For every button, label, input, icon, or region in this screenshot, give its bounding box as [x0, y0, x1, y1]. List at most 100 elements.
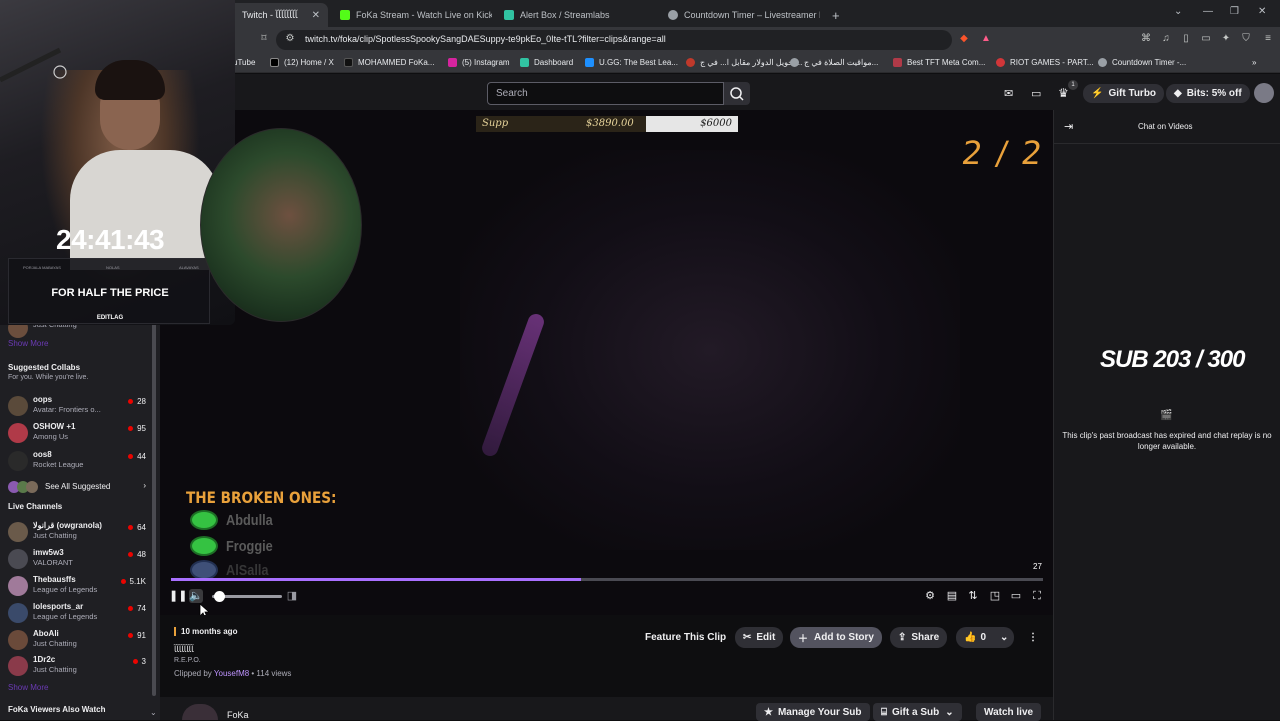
maximize-icon[interactable]: ❐ [1230, 6, 1239, 17]
sidebar-scrollbar[interactable] [152, 296, 156, 696]
leo-icon[interactable]: ✦ [1220, 33, 1232, 45]
tab-title: Alert Box / Streamlabs [520, 10, 610, 20]
chat-toggle-icon[interactable]: ⇅ [966, 589, 980, 603]
wallet-icon[interactable]: ▭ [1200, 33, 1212, 45]
whispers-icon[interactable]: ▭ [1031, 87, 1041, 100]
pause-icon[interactable]: ❚❚ [169, 589, 187, 603]
search-input[interactable]: Search [487, 82, 724, 105]
brave-shield-icon[interactable]: ◆ [958, 33, 970, 45]
add-to-story-button[interactable]: ＋ Add to Story [790, 627, 882, 648]
menu-icon[interactable]: ≡ [1262, 33, 1274, 45]
tab-title: FoKa Stream - Watch Live on Kick [356, 10, 492, 20]
bookmark-countdown[interactable]: Countdown Timer -... [1098, 58, 1186, 67]
vpn-icon[interactable]: ⛉ [1240, 33, 1252, 45]
picture-in-picture-icon[interactable]: ◳ [988, 589, 1002, 603]
manage-sub-button[interactable]: ★ Manage Your Sub [756, 703, 870, 721]
frog-icon [190, 510, 218, 530]
channel-name[interactable]: FoKa [227, 710, 249, 720]
avatar [8, 522, 28, 542]
live-dot-icon [128, 426, 134, 431]
theatre-mode-icon[interactable]: ▭ [1009, 589, 1023, 603]
bookmark-ugg[interactable]: U.GG: The Best Lea... [585, 58, 678, 67]
see-all-suggested-button[interactable]: See All Suggested › [8, 476, 146, 498]
globe-favicon-icon [668, 10, 678, 20]
close-window-icon[interactable]: ✕ [1258, 6, 1266, 17]
media-icon[interactable]: ♫ [1160, 33, 1172, 45]
live-dot-icon [128, 525, 134, 530]
scissors-icon: ✂ [743, 632, 752, 643]
collab-item[interactable]: oos8 Rocket League 44 [8, 449, 146, 471]
edit-button[interactable]: ✂ Edit [735, 627, 784, 648]
live-channel-item[interactable]: imw5w3 VALORANT 48 [8, 547, 146, 569]
bookmark-x[interactable]: (12) Home / X [270, 58, 334, 67]
microphone-arm-icon [0, 47, 67, 83]
frog-icon [190, 536, 218, 556]
collapse-chat-icon[interactable]: ⇥ [1064, 120, 1073, 133]
extensions-icon[interactable]: ⌘ [1140, 33, 1152, 45]
streamlabs-favicon-icon [504, 10, 514, 20]
watch-live-button[interactable]: Watch live [976, 703, 1042, 721]
bookmark-currency[interactable]: تحويل الدولار مقابل ا... في ج... [686, 58, 802, 67]
volume-knob[interactable] [214, 591, 225, 602]
settings-gear-icon[interactable]: ⚙ [923, 589, 937, 603]
clip-game[interactable]: R.E.P.O. [174, 657, 201, 664]
url-text[interactable]: twitch.tv/foka/clip/SpotlessSpookySangDA… [305, 34, 666, 44]
live-channel-item[interactable]: قرانولا (owgranola) Just Chatting 64 [8, 520, 146, 542]
gift-sub-button[interactable]: ⌸ Gift a Sub ⌄ [873, 703, 962, 721]
tab-list-icon[interactable]: ⌄ [1174, 6, 1182, 17]
live-channel-item[interactable]: lolesports_ar League of Legends 74 [8, 601, 146, 623]
tab-streamlabs[interactable]: Alert Box / Streamlabs [496, 3, 656, 27]
bits-icon: ◆ [1174, 88, 1182, 99]
feature-clip-button[interactable]: Feature This Clip [637, 627, 734, 648]
gift-turbo-button[interactable]: ⚡ Gift Turbo [1083, 84, 1165, 103]
tab-countdown[interactable]: Countdown Timer – Livestreamer Hu [660, 3, 820, 27]
prime-crown-icon[interactable]: ♛ [1058, 86, 1069, 100]
live-channel-item[interactable]: Thebausffs League of Legends 5.1K [8, 574, 146, 596]
fullscreen-icon[interactable]: ⛶ [1030, 589, 1044, 603]
bits-button[interactable]: ◆ Bits: 5% off [1166, 84, 1250, 103]
bookmark-star-icon[interactable]: ⌑ [258, 33, 270, 45]
more-options-icon[interactable]: ⋮ [1020, 627, 1046, 648]
search-button[interactable] [724, 82, 750, 105]
bookmark-riot[interactable]: RIOT GAMES - PART... [996, 58, 1094, 67]
user-avatar[interactable] [1254, 83, 1274, 103]
live-channel-item[interactable]: 1Dr2c Just Chatting 3 [8, 654, 146, 676]
show-more-link[interactable]: Show More [8, 683, 48, 692]
new-tab-button[interactable]: + [824, 3, 844, 27]
clipped-by: Clipped by YousefM8 • 114 views [174, 669, 292, 678]
inbox-icon[interactable]: ✉ [1004, 87, 1013, 100]
video-frame [460, 150, 960, 550]
site-info-icon[interactable]: ⚙ [284, 33, 296, 45]
avatar [8, 656, 28, 676]
chevron-down-icon[interactable]: ⌄ [150, 708, 157, 717]
clipper-link[interactable]: YousefM8 [214, 669, 249, 678]
bookmark-youtube[interactable]: uTube [233, 58, 255, 67]
overlay-counter: 2 / 2 [959, 134, 1047, 172]
bookmark-prayer[interactable]: مواقيت الصلاة في ج... [790, 58, 878, 67]
bookmark-tiktok[interactable]: MOHAMMED FoKa... [344, 58, 434, 67]
collab-item[interactable]: OSHOW +1 Among Us 95 [8, 421, 146, 443]
tab-kick[interactable]: FoKa Stream - Watch Live on Kick [332, 3, 492, 27]
plus-icon: ＋ [798, 634, 808, 645]
clip-icon[interactable]: ▤ [945, 589, 959, 603]
clip-title: ﺂﺂﺂﺂﺂﺂﺂﺂ [174, 645, 194, 654]
sidebar-toggle-icon[interactable]: ▯ [1180, 33, 1192, 45]
bookmark-instagram[interactable]: (5) Instagram [448, 58, 510, 67]
show-more-link[interactable]: Show More [8, 339, 48, 348]
collab-item[interactable]: oops Avatar: Frontiers o... 28 [8, 394, 146, 416]
live-channel-item[interactable]: AboAli Just Chatting 91 [8, 628, 146, 650]
live-dot-icon [128, 606, 134, 611]
brave-rewards-icon[interactable]: ▲ [980, 33, 992, 45]
minimize-icon[interactable]: — [1203, 6, 1213, 17]
chat-unavailable-message: This clip's past broadcast has expired a… [1062, 431, 1272, 451]
bookmark-dashboard[interactable]: Dashboard [520, 58, 573, 67]
like-button[interactable]: 👍 0 [956, 627, 995, 648]
gift-icon: ⌸ [881, 706, 887, 718]
more-bookmarks-icon[interactable]: » [1252, 58, 1256, 67]
audio-track-icon[interactable]: ◨ [285, 589, 299, 603]
close-tab-icon[interactable]: ✕ [312, 10, 320, 21]
bookmark-tft[interactable]: Best TFT Meta Com... [893, 58, 985, 67]
chat-title: Chat on Videos [1138, 122, 1193, 131]
share-button[interactable]: ⇪ Share [890, 627, 948, 648]
volume-icon[interactable]: 🔈 [189, 589, 203, 603]
